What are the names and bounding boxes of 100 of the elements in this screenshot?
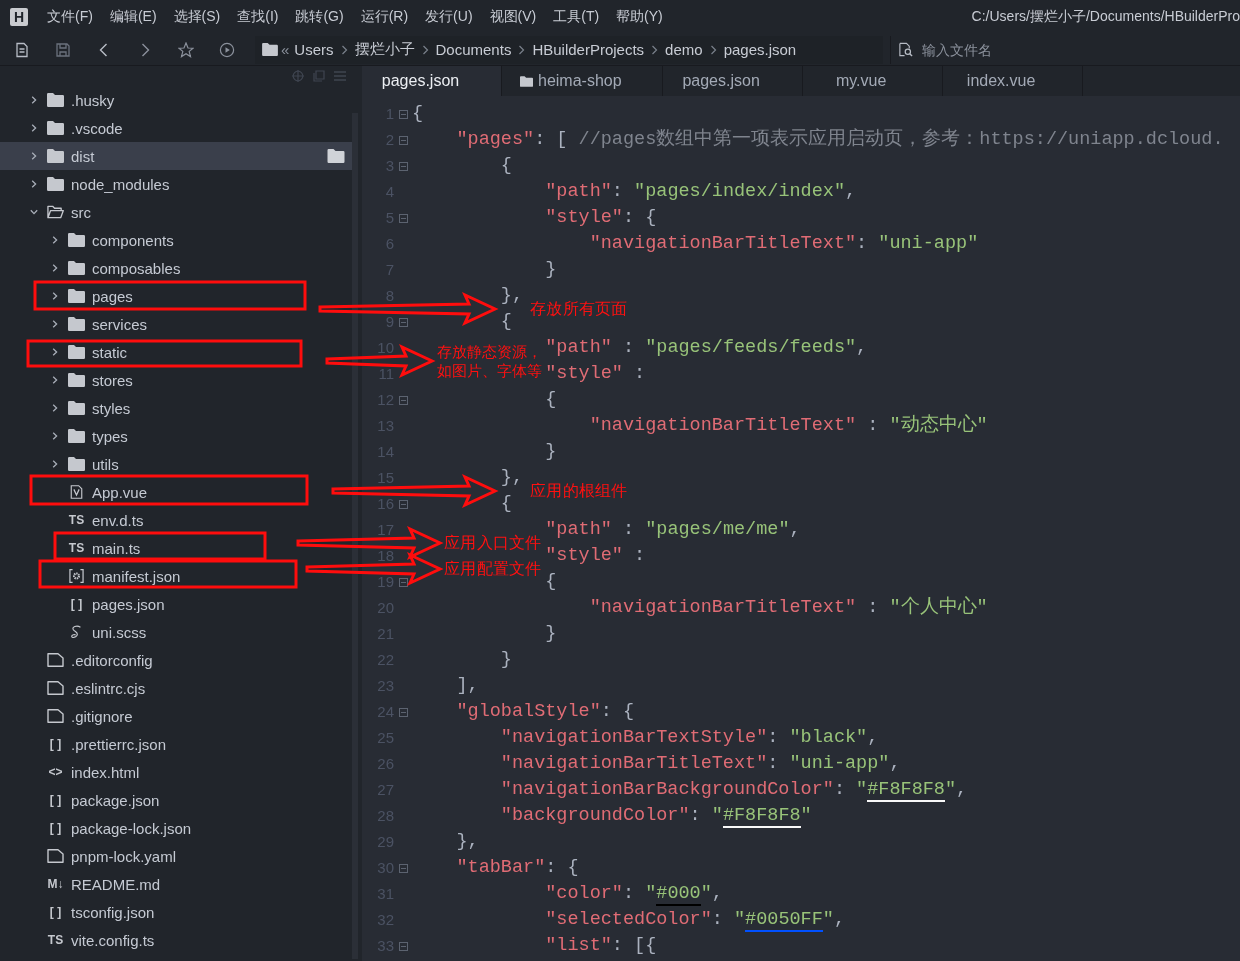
tree-item[interactable]: utils [0, 450, 352, 478]
menu-item[interactable]: 工具(T) [553, 8, 600, 26]
chevron-right-icon[interactable] [51, 320, 59, 328]
breadcrumb-item[interactable]: pages.json [723, 41, 797, 58]
tree-item[interactable]: node_modules [0, 170, 352, 198]
file-type-icon: TS [47, 933, 64, 947]
sidebar-scrollbar[interactable] [352, 113, 358, 959]
save-icon[interactable] [55, 41, 71, 58]
chevron-right-icon[interactable] [30, 96, 38, 104]
tree-item[interactable]: services [0, 310, 352, 338]
chevron-right-icon[interactable] [51, 460, 59, 468]
tree-item[interactable]: App.vue [0, 478, 352, 506]
code-line: "navigationBarTextStyle": "black", [500, 726, 879, 750]
tree-item[interactable]: stores [0, 366, 352, 394]
annotation-label: 存放所有页面 [530, 299, 628, 319]
code-line: "navigationBarBackgroundColor": "#F8F8F8", [500, 778, 968, 802]
editor-tab[interactable]: index.vue [942, 66, 1083, 96]
folder-icon [47, 121, 64, 135]
breadcrumb-item[interactable]: HBuilderProjects [532, 41, 645, 58]
chevron-right-icon[interactable] [30, 124, 38, 132]
folder-icon[interactable] [262, 43, 278, 56]
file-icon [47, 709, 64, 723]
editor-tab[interactable]: pages.json [662, 66, 803, 96]
tree-item[interactable]: types [0, 422, 352, 450]
code-line: } [545, 440, 557, 464]
code-line: "selectedColor": "#0050FF", [545, 908, 846, 932]
file-type-icon: [ ] [47, 793, 64, 807]
tree-item[interactable]: TS main.ts [0, 534, 352, 562]
tree-item[interactable]: [ ] tsconfig.json [0, 898, 352, 926]
annotation-label: 应用配置文件 [444, 559, 542, 579]
breadcrumb-item[interactable]: Users [294, 41, 334, 58]
tree-item[interactable]: .husky [0, 86, 352, 114]
tree-item[interactable]: TS vite.config.ts [0, 926, 352, 954]
tree-item[interactable]: components [0, 226, 352, 254]
menu-item[interactable]: 跳转(G) [295, 8, 344, 26]
file-type-icon: <> [47, 765, 64, 779]
tree-item[interactable]: <> index.html [0, 758, 352, 786]
tree-item[interactable]: pages [0, 282, 352, 310]
chevron-right-icon[interactable] [51, 236, 59, 244]
folder-icon[interactable] [327, 149, 345, 163]
tree-item[interactable]: [ ] package-lock.json [0, 814, 352, 842]
chevron-right-icon[interactable] [51, 292, 59, 300]
menu-item[interactable]: 查找(I) [237, 8, 279, 26]
tree-item[interactable]: dist [0, 142, 352, 170]
code-line: } [545, 622, 557, 646]
document-icon[interactable] [14, 41, 30, 58]
editor-tab[interactable]: heima-shop [502, 66, 663, 96]
chevron-right-icon[interactable] [51, 404, 59, 412]
code-line: { [500, 492, 512, 516]
tree-item[interactable]: composables [0, 254, 352, 282]
folder-icon [68, 401, 85, 415]
chevron-right-icon[interactable] [51, 432, 59, 440]
chevron-right-icon[interactable] [51, 348, 59, 356]
tree-item[interactable]: M↓ README.md [0, 870, 352, 898]
chevron-right-icon[interactable] [30, 180, 38, 188]
chevron-right-icon[interactable] [30, 152, 38, 160]
tree-item[interactable]: .vscode [0, 114, 352, 142]
search-icon[interactable] [898, 42, 913, 57]
folder-icon [68, 289, 85, 303]
tree-item[interactable]: .editorconfig [0, 646, 352, 674]
tree-item[interactable]: styles [0, 394, 352, 422]
star-icon[interactable] [178, 41, 194, 58]
breadcrumb-overflow[interactable]: « [281, 41, 290, 58]
folder-icon [47, 149, 64, 163]
search-field[interactable]: 输入文件名 [922, 36, 1234, 63]
menu-item[interactable]: 编辑(E) [109, 8, 157, 26]
chevron-down-icon[interactable] [30, 208, 38, 216]
breadcrumb-item[interactable]: Documents [435, 41, 512, 58]
menu-item[interactable]: 运行(R) [360, 8, 409, 26]
folder-icon [47, 93, 64, 107]
code-line: "style" : [545, 544, 646, 568]
menu-item[interactable]: 发行(U) [425, 8, 473, 26]
tree-item[interactable]: static [0, 338, 352, 366]
tree-item[interactable]: TS env.d.ts [0, 506, 352, 534]
tree-item[interactable]: [ ] package.json [0, 786, 352, 814]
tree-item[interactable]: uni.scss [0, 618, 352, 646]
tree-item[interactable]: src [0, 198, 352, 226]
chevron-right-icon[interactable] [51, 376, 59, 384]
chevron-right-icon [340, 44, 348, 55]
tree-item[interactable]: manifest.json [0, 562, 352, 590]
breadcrumb-item[interactable]: 摆烂小子 [354, 40, 415, 59]
play-icon[interactable] [219, 41, 235, 58]
menu-item[interactable]: 帮助(Y) [616, 8, 663, 26]
tree-item[interactable]: .eslintrc.cjs [0, 674, 352, 702]
menu-item[interactable]: 视图(V) [489, 8, 537, 26]
menu-item[interactable]: 文件(F) [47, 8, 93, 26]
file-type-icon: [ ] [47, 905, 64, 919]
file-type-icon: [ ] [68, 597, 85, 611]
tree-item[interactable]: [ ] pages.json [0, 590, 352, 618]
tree-item[interactable]: pnpm-lock.yaml [0, 842, 352, 870]
tree-item[interactable]: [ ] .prettierrc.json [0, 730, 352, 758]
code-line: "pages": [ //pages数组中第一项表示应用启动页，参考：https://uniapp.dcloud. [456, 128, 1224, 152]
menu-item[interactable]: 选择(S) [173, 8, 221, 26]
editor-tab[interactable]: my.vue [802, 66, 943, 96]
breadcrumb-item[interactable]: demo [665, 41, 703, 58]
chevron-right-icon[interactable] [51, 264, 59, 272]
editor-tab[interactable]: pages.json [362, 66, 502, 96]
file-type-icon: TS [68, 541, 85, 555]
tree-item[interactable]: .gitignore [0, 702, 352, 730]
code-line: } [500, 648, 512, 672]
